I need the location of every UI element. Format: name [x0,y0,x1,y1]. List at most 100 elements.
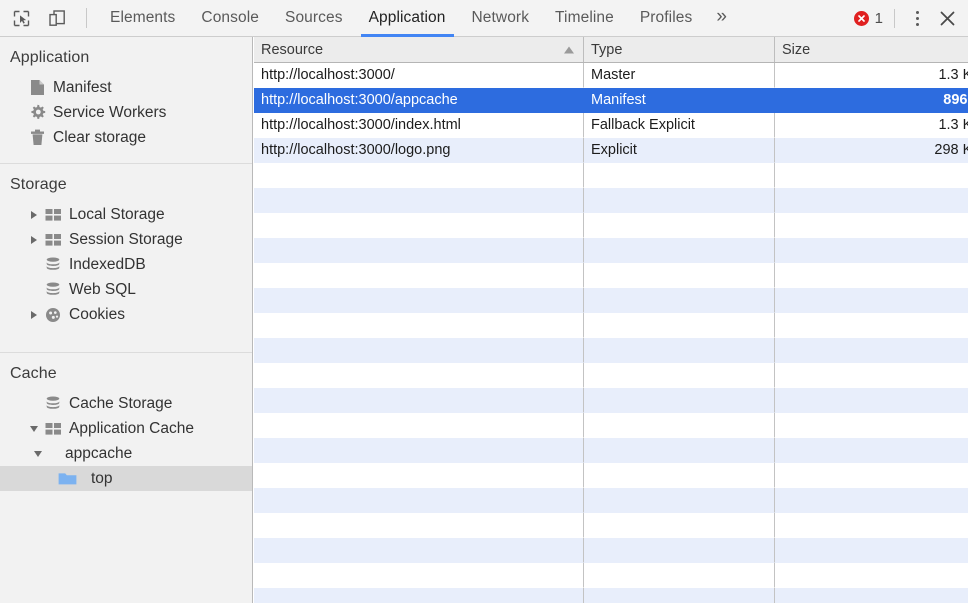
sidebar-item-indexeddb[interactable]: IndexedDB [0,252,252,277]
tab-label: Profiles [639,9,693,26]
table-row-empty[interactable] [254,313,968,338]
sidebar-item-label: top [91,469,113,487]
column-header-label: Type [591,41,623,58]
table-row[interactable]: http://localhost:3000/ Master 1.3 KB [254,63,968,88]
table-row-empty[interactable] [254,513,968,538]
trash-icon [26,129,48,146]
table-row[interactable]: http://localhost:3000/logo.png Explicit … [254,138,968,163]
chevron-down-icon[interactable] [30,450,46,457]
inspect-element-icon[interactable] [6,4,36,32]
kebab-menu-icon[interactable] [904,4,930,32]
table-header-row: Resource Type Size [254,37,968,63]
cell-empty [254,488,584,513]
cell-resource: http://localhost:3000/ [254,63,584,88]
column-header-size[interactable]: Size [775,37,968,62]
tab-sources[interactable]: Sources [272,0,356,37]
sidebar-item-service-workers[interactable]: Service Workers [0,100,252,125]
cell-resource: http://localhost:3000/index.html [254,113,584,138]
cell-empty [254,213,584,238]
sidebar-item-clear-storage[interactable]: Clear storage [0,125,252,150]
cell-empty [584,538,775,563]
table-row-empty[interactable] [254,588,968,603]
sidebar-item-session-storage[interactable]: Session Storage [0,227,252,252]
cell-empty [584,288,775,313]
cell-type: Fallback Explicit [584,113,775,138]
cell-empty [775,163,968,188]
table-row[interactable]: http://localhost:3000/index.html Fallbac… [254,113,968,138]
table-row-empty[interactable] [254,488,968,513]
cell-empty [775,388,968,413]
table-row-empty[interactable] [254,363,968,388]
table-row[interactable]: http://localhost:3000/appcache Manifest … [254,88,968,113]
document-icon [26,79,48,96]
close-icon[interactable] [930,4,964,32]
table-row-empty[interactable] [254,238,968,263]
table-row-empty[interactable] [254,438,968,463]
table-grid-icon [42,208,64,222]
toolbar-divider [86,8,87,28]
sidebar-item-top[interactable]: top [0,466,252,491]
cell-empty [254,388,584,413]
sidebar-item-appcache[interactable]: appcache [0,441,252,466]
sidebar-item-label: Application Cache [69,419,194,437]
kebab-dot [915,10,919,14]
sidebar-item-label: Local Storage [69,205,165,223]
cell-size-value: 1.3 KB [938,67,968,83]
cell-size: 896 B [775,88,968,113]
tab-label: Timeline [555,9,614,26]
table-row-empty[interactable] [254,538,968,563]
table-row-empty[interactable] [254,263,968,288]
table-row-empty[interactable] [254,213,968,238]
table-row-empty[interactable] [254,563,968,588]
table-row-empty[interactable] [254,463,968,488]
panel-tabs: Elements Console Sources Application Net… [97,0,738,37]
more-tabs-button[interactable]: » [705,0,738,37]
tab-label: Sources [285,9,343,26]
chevron-right-icon[interactable] [26,210,42,219]
sidebar-item-label: appcache [65,444,133,462]
tab-timeline[interactable]: Timeline [542,0,627,37]
application-sidebar: Application Manifest Service Workers Cle… [0,37,253,603]
cell-empty [254,588,584,603]
table-row-empty[interactable] [254,188,968,213]
sidebar-item-application-cache[interactable]: Application Cache [0,416,252,441]
sidebar-section-title: Cache [10,365,57,382]
cell-empty [254,288,584,313]
toolbar-right-group: 1 [850,0,968,37]
cell-size: 1.3 KB [775,63,968,88]
cell-type: Master [584,63,775,88]
column-header-resource[interactable]: Resource [254,37,584,62]
table-row-empty[interactable] [254,388,968,413]
chevron-right-icon[interactable] [26,235,42,244]
sidebar-item-label: Cache Storage [69,394,173,412]
device-toolbar-icon[interactable] [42,4,72,32]
tab-label: Network [471,9,530,26]
sidebar-section-title: Storage [10,176,67,193]
chevron-right-icon[interactable] [26,310,42,319]
tab-label: Elements [110,9,176,26]
sidebar-item-label: Clear storage [53,128,147,146]
error-count-badge[interactable]: 1 [850,10,891,27]
column-header-type[interactable]: Type [584,37,775,62]
sidebar-item-local-storage[interactable]: Local Storage [0,202,252,227]
tab-application[interactable]: Application [356,0,459,37]
sidebar-item-web-sql[interactable]: Web SQL [0,277,252,302]
cell-empty [254,513,584,538]
cell-type: Explicit [584,138,775,163]
sidebar-item-cookies[interactable]: Cookies [0,302,252,327]
chevron-down-icon[interactable] [26,425,42,432]
table-row-empty[interactable] [254,413,968,438]
tab-elements[interactable]: Elements [97,0,188,37]
table-row-empty[interactable] [254,338,968,363]
cell-type: Manifest [584,88,775,113]
tab-profiles[interactable]: Profiles [627,0,705,37]
table-row-empty[interactable] [254,163,968,188]
sidebar-item-label: Cookies [69,305,125,323]
cell-empty [254,313,584,338]
sidebar-section-storage: Storage Local Storage Session Storage In… [0,164,252,327]
tab-network[interactable]: Network [459,0,543,37]
tab-console[interactable]: Console [188,0,272,37]
sidebar-item-manifest[interactable]: Manifest [0,75,252,100]
table-row-empty[interactable] [254,288,968,313]
sidebar-item-cache-storage[interactable]: Cache Storage [0,391,252,416]
